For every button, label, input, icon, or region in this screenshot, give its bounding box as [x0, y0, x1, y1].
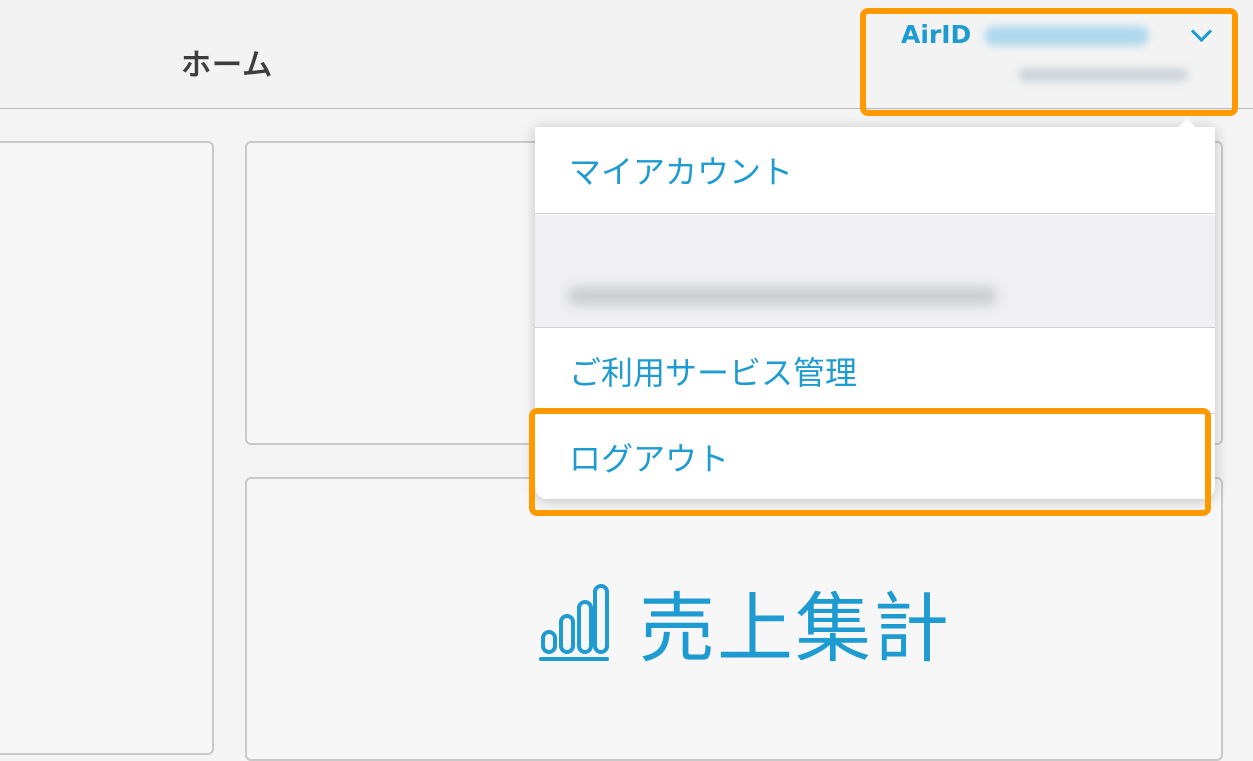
sales-summary-label: 売上集計	[639, 584, 951, 673]
page-title: ホーム	[181, 48, 274, 83]
account-dropdown-menu: マイアカウント ご利用サービス管理 ログアウト	[535, 118, 1215, 499]
airid-label: AirID	[901, 20, 972, 49]
chevron-down-icon[interactable]	[1190, 20, 1213, 43]
top-header: ホーム AirID	[0, 0, 1253, 109]
airid-account-menu[interactable]: AirID	[868, 14, 1228, 106]
sales-summary-tile[interactable]: 売上集計	[245, 477, 1223, 761]
left-panel	[0, 141, 214, 755]
airid-user-id-blurred	[984, 26, 1149, 46]
airid-account-subtext-blurred	[1018, 68, 1188, 82]
menu-item-service-management[interactable]: ご利用サービス管理	[535, 328, 1215, 414]
menu-item-logout[interactable]: ログアウト	[535, 415, 1215, 499]
account-info-blurred	[535, 215, 1215, 328]
bar-chart-icon	[539, 584, 609, 661]
blurred-account-text	[567, 287, 997, 305]
menu-item-my-account[interactable]: マイアカウント	[535, 127, 1215, 214]
